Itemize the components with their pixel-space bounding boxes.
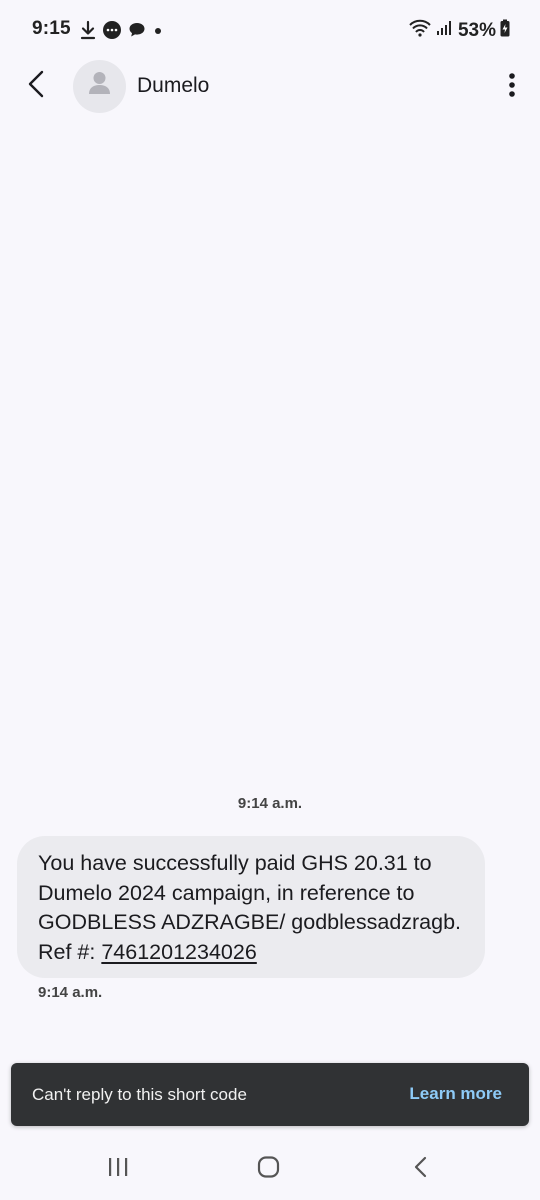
message-bubble[interactable]: You have successfully paid GHS 20.31 to … — [17, 836, 485, 978]
notification-icons — [80, 20, 164, 45]
recent-apps-icon — [106, 1156, 130, 1183]
chat-icon — [128, 21, 146, 44]
download-icon — [80, 20, 96, 45]
wifi-icon — [408, 18, 432, 43]
avatar[interactable] — [73, 60, 126, 113]
dot-icon — [152, 24, 164, 42]
snackbar-message: Can't reply to this short code — [32, 1085, 247, 1104]
back-nav-button[interactable] — [406, 1156, 436, 1182]
date-stamp: 9:14 a.m. — [237, 795, 303, 812]
snackbar: Can't reply to this short code Learn mor… — [11, 1063, 529, 1126]
more-options-button[interactable] — [502, 70, 522, 104]
status-time: 9:15 — [32, 18, 71, 39]
message-timestamp: 9:14 a.m. — [38, 984, 103, 1001]
system-icons: 53% — [408, 18, 510, 43]
home-icon — [256, 1155, 282, 1184]
back-nav-icon — [411, 1155, 431, 1184]
message-bubble-icon — [102, 20, 122, 45]
status-bar: 9:15 53% — [0, 0, 540, 60]
home-button[interactable] — [254, 1155, 284, 1184]
recent-apps-button[interactable] — [103, 1156, 133, 1182]
reference-number-link[interactable]: 7461201234026 — [101, 940, 256, 964]
back-button[interactable] — [20, 68, 52, 104]
signal-icon — [436, 19, 454, 42]
conversation-header: Dumelo — [0, 60, 540, 114]
battery-percent: 53% — [457, 19, 496, 41]
learn-more-button[interactable]: Learn more — [409, 1084, 502, 1104]
more-vertical-icon — [508, 72, 516, 103]
battery-charging-icon — [500, 19, 510, 42]
navigation-bar — [0, 1140, 540, 1200]
contact-name[interactable]: Dumelo — [137, 74, 209, 98]
chevron-left-icon — [27, 70, 45, 103]
person-icon — [73, 60, 126, 113]
